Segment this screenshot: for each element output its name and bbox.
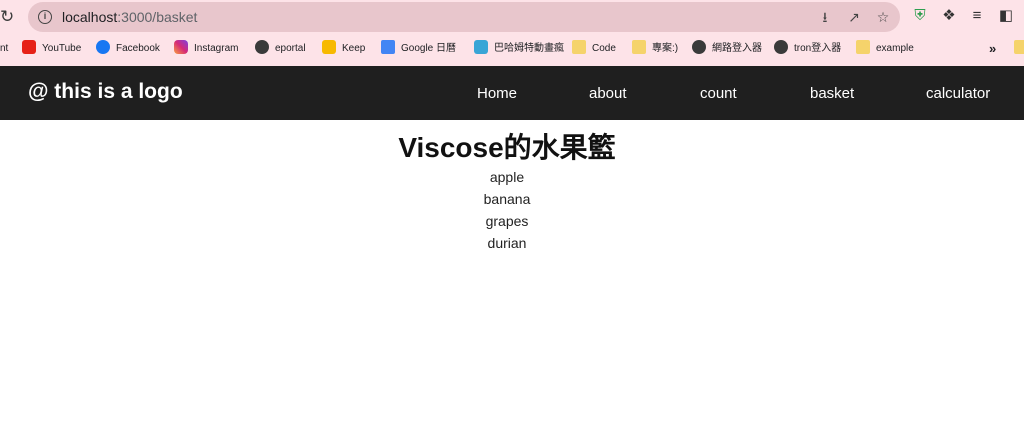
bookmark-star-icon[interactable]: ☆ <box>874 8 892 26</box>
url-text[interactable]: localhost:3000/basket <box>62 9 197 25</box>
bookmark-example[interactable]: example <box>856 40 914 58</box>
bookmark-tron-login[interactable]: tron登入器 <box>774 40 841 58</box>
keep-icon <box>322 40 336 54</box>
main-content: Viscose的水果籃 apple banana grapes durian <box>0 120 1024 433</box>
bookmark-item[interactable]: nt <box>0 40 8 58</box>
instagram-icon <box>174 40 188 54</box>
folder-icon <box>856 40 870 54</box>
share-icon[interactable]: ↗ <box>845 8 863 26</box>
side-panel-icon[interactable]: ◧ <box>997 7 1015 25</box>
browser-chrome: ↻ i localhost:3000/basket ⭳ ↗ ☆ ⛨ ❖ ≡ ◧ … <box>0 0 1024 66</box>
bookmark-eportal[interactable]: eportal <box>255 40 306 58</box>
bookmarks-bar: nt YouTube Facebook Instagram eportal Ke… <box>0 37 1024 61</box>
site-info-icon[interactable]: i <box>38 10 52 24</box>
bookmarks-overflow-button[interactable]: » <box>989 40 996 58</box>
bookmark-code[interactable]: Code <box>572 40 616 58</box>
bookmark-projects[interactable]: 專案:) <box>632 40 678 58</box>
shield-extension-icon[interactable]: ⛨ <box>911 7 929 25</box>
nav-link-home[interactable]: Home <box>477 85 517 102</box>
folder-icon <box>572 40 586 54</box>
nav-link-count[interactable]: count <box>700 85 737 102</box>
nav-link-about[interactable]: about <box>589 85 627 102</box>
url-host: localhost <box>62 9 118 25</box>
bahamut-icon <box>474 40 488 54</box>
other-bookmarks-folder[interactable] <box>1014 40 1024 58</box>
reload-icon[interactable]: ↻ <box>0 7 16 27</box>
nav-link-basket[interactable]: basket <box>810 85 854 102</box>
globe-icon <box>774 40 788 54</box>
bookmark-google-calendar[interactable]: Google 日曆 <box>381 40 456 58</box>
fruit-item: durian <box>487 235 527 251</box>
globe-icon <box>692 40 706 54</box>
nav-link-calculator[interactable]: calculator <box>926 85 990 102</box>
browser-toolbar: ↻ i localhost:3000/basket ⭳ ↗ ☆ ⛨ ❖ ≡ ◧ <box>0 0 1024 34</box>
install-app-icon[interactable]: ⭳ <box>816 8 834 26</box>
youtube-icon <box>22 40 36 54</box>
globe-icon <box>255 40 269 54</box>
site-logo[interactable]: @ this is a logo <box>28 80 183 104</box>
bookmark-bahamut[interactable]: 巴哈姆特動畫瘋 <box>474 40 564 58</box>
fruit-list: apple banana grapes durian <box>0 166 1014 254</box>
bookmark-youtube[interactable]: YouTube <box>22 40 81 58</box>
fruit-item: grapes <box>485 213 529 229</box>
reading-list-icon[interactable]: ≡ <box>968 7 986 25</box>
bookmark-network-login[interactable]: 網路登入器 <box>692 40 762 58</box>
extensions-puzzle-icon[interactable]: ❖ <box>940 7 958 25</box>
bookmark-instagram[interactable]: Instagram <box>174 40 238 58</box>
fruit-item: banana <box>483 191 531 207</box>
fruit-item: apple <box>489 169 525 185</box>
page-title: Viscose的水果籃 <box>398 132 616 163</box>
calendar-icon <box>381 40 395 54</box>
folder-icon <box>632 40 646 54</box>
folder-icon <box>1014 40 1024 54</box>
address-bar[interactable]: i localhost:3000/basket ⭳ ↗ ☆ <box>28 2 900 32</box>
url-path: :3000/basket <box>117 9 198 25</box>
facebook-icon <box>96 40 110 54</box>
site-navbar: @ this is a logo Home about count basket… <box>0 66 1024 120</box>
bookmark-keep[interactable]: Keep <box>322 40 365 58</box>
bookmark-facebook[interactable]: Facebook <box>96 40 160 58</box>
